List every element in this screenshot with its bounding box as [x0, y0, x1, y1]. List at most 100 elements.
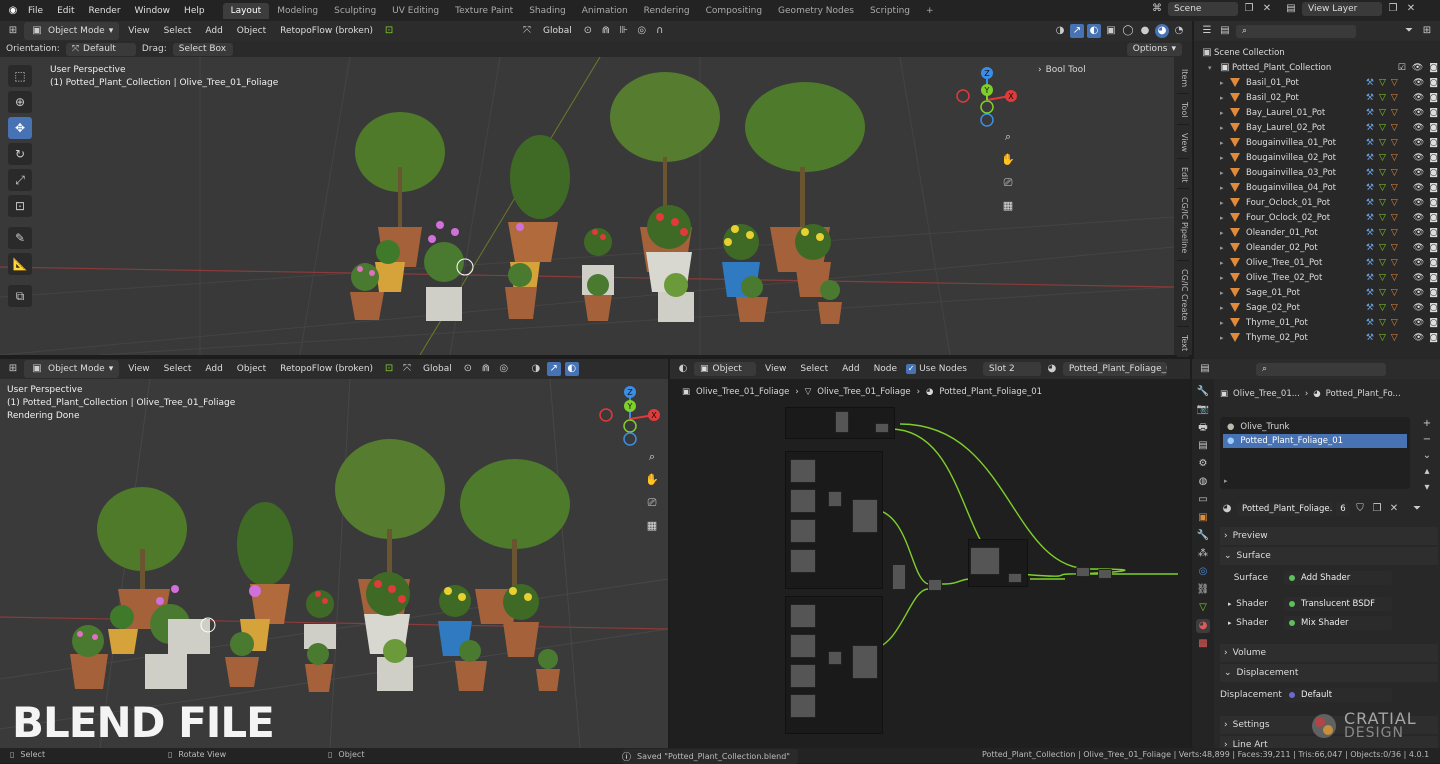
material-icon[interactable]: ▽: [1391, 123, 1398, 133]
material-icon[interactable]: ▽: [1391, 108, 1398, 118]
modifier-icon[interactable]: ⚒: [1366, 198, 1374, 208]
output-tab-icon[interactable]: 🖶: [1196, 421, 1210, 435]
modifier-icon[interactable]: ⚒: [1366, 168, 1374, 178]
orientation-dropdown[interactable]: ⤧ Default: [65, 42, 136, 56]
camera-icon[interactable]: ◙: [1429, 138, 1438, 148]
outliner-item[interactable]: ▸ Sage_02_Pot ⚒ ▽ ▽ 👁 ◙: [1200, 300, 1440, 315]
copy-scene-icon[interactable]: ❐: [1242, 2, 1256, 16]
shader-type-dropdown[interactable]: ▣ Object: [694, 362, 756, 376]
expand-list-icon[interactable]: ▸: [1224, 477, 1228, 485]
outliner-item[interactable]: ▸ Bougainvillea_04_Pot ⚒ ▽ ▽ 👁 ◙: [1200, 180, 1440, 195]
remove-view-layer-icon[interactable]: ✕: [1404, 2, 1418, 16]
expand-icon[interactable]: ▸: [1220, 274, 1230, 282]
mesh-data-icon[interactable]: ▽: [1379, 213, 1386, 223]
tab-uv-editing[interactable]: UV Editing: [384, 3, 447, 19]
tab-layout[interactable]: Layout: [222, 2, 270, 19]
mesh-data-icon[interactable]: ▽: [1379, 228, 1386, 238]
sidetab-item[interactable]: Item: [1177, 63, 1189, 95]
rotate-tool-icon[interactable]: ↻: [8, 143, 32, 165]
add-workspace-button[interactable]: +: [918, 3, 942, 19]
modifier-icon[interactable]: ⚒: [1366, 228, 1374, 238]
camera-icon[interactable]: ⎚: [998, 173, 1018, 193]
node-menu-add[interactable]: Add: [837, 362, 864, 376]
outliner-item[interactable]: ▸ Four_Oclock_01_Pot ⚒ ▽ ▽ 👁 ◙: [1200, 195, 1440, 210]
outliner-item[interactable]: ▸ Bougainvillea_01_Pot ⚒ ▽ ▽ 👁 ◙: [1200, 135, 1440, 150]
viewport-bottom[interactable]: User Perspective (1) Potted_Plant_Collec…: [0, 379, 668, 748]
outliner-search-field[interactable]: ⌕: [1236, 24, 1356, 38]
eye-icon[interactable]: 👁: [1413, 123, 1424, 133]
mesh-data-icon[interactable]: ▽: [1379, 78, 1386, 88]
tab-geometry-nodes[interactable]: Geometry Nodes: [770, 3, 862, 19]
eye-icon[interactable]: 👁: [1413, 303, 1424, 313]
eye-icon[interactable]: 👁: [1413, 258, 1424, 268]
eye-icon[interactable]: 👁: [1413, 243, 1424, 253]
material-browse-icon[interactable]: ◕: [1045, 362, 1059, 376]
camera-icon[interactable]: ◙: [1429, 333, 1438, 343]
ortho-grid-icon[interactable]: ▦: [642, 516, 662, 536]
outliner-item[interactable]: ▸ Bougainvillea_02_Pot ⚒ ▽ ▽ 👁 ◙: [1200, 150, 1440, 165]
expand-icon[interactable]: ▸: [1220, 214, 1230, 222]
displacement-field[interactable]: Default: [1284, 688, 1392, 702]
mesh-data-icon[interactable]: ▽: [1379, 183, 1386, 193]
shader-node[interactable]: [928, 579, 942, 591]
camera-icon[interactable]: ◙: [1429, 273, 1438, 283]
pan-hand-icon[interactable]: ✋: [998, 150, 1018, 170]
zoom-icon[interactable]: ⌕: [642, 447, 662, 467]
outliner-item[interactable]: ▸ Thyme_02_Pot ⚒ ▽ ▽ 👁 ◙: [1200, 330, 1440, 345]
select-box-tool-icon[interactable]: ⬚: [8, 65, 32, 87]
proportional-edit-icon[interactable]: ◎: [497, 362, 511, 376]
camera-icon[interactable]: ◙: [1429, 78, 1438, 88]
vp1-transform-dropdown[interactable]: Global: [538, 24, 577, 38]
shader-node[interactable]: [892, 564, 906, 590]
shader-node[interactable]: [790, 634, 816, 658]
material-icon[interactable]: ▽: [1391, 168, 1398, 178]
material-icon[interactable]: ▽: [1391, 138, 1398, 148]
shader-node[interactable]: [790, 549, 816, 573]
pivot-icon[interactable]: ⊙: [461, 362, 475, 376]
data-tab-icon[interactable]: ▽: [1196, 601, 1210, 615]
shader-node[interactable]: [970, 547, 1000, 575]
pivot-icon[interactable]: ⊙: [581, 24, 595, 38]
node-menu-select[interactable]: Select: [795, 362, 833, 376]
mesh-data-icon[interactable]: ▽: [1379, 93, 1386, 103]
tab-compositing[interactable]: Compositing: [698, 3, 770, 19]
blender-logo-icon[interactable]: ◉: [6, 4, 20, 18]
scale-tool-icon[interactable]: ⤢: [8, 169, 32, 191]
expand-icon[interactable]: ▸: [1220, 619, 1232, 627]
eye-icon[interactable]: 👁: [1413, 153, 1424, 163]
menu-window[interactable]: Window: [129, 6, 177, 16]
mesh-data-icon[interactable]: ▽: [1379, 288, 1386, 298]
mesh-data-icon[interactable]: ▽: [1379, 303, 1386, 313]
annotate-tool-icon[interactable]: ✎: [8, 227, 32, 249]
menu-render[interactable]: Render: [83, 6, 127, 16]
vp2-menu-object[interactable]: Object: [232, 362, 271, 376]
tab-scripting[interactable]: Scripting: [862, 3, 918, 19]
scene-tab-icon[interactable]: ⚙: [1196, 457, 1210, 471]
modifier-icon[interactable]: ⚒: [1366, 213, 1374, 223]
menu-edit[interactable]: Edit: [51, 6, 80, 16]
camera-icon[interactable]: ◙: [1429, 63, 1438, 73]
pan-hand-icon[interactable]: ✋: [642, 470, 662, 490]
camera-icon[interactable]: ◙: [1429, 228, 1438, 238]
modifier-icon[interactable]: ⚒: [1366, 273, 1374, 283]
mesh-data-icon[interactable]: ▽: [1379, 333, 1386, 343]
shader-node[interactable]: [852, 499, 878, 533]
camera-icon[interactable]: ⎚: [642, 493, 662, 513]
outliner-item[interactable]: ▸ Sage_01_Pot ⚒ ▽ ▽ 👁 ◙: [1200, 285, 1440, 300]
sidetab-edit[interactable]: Edit: [1177, 160, 1189, 190]
editor-type-icon[interactable]: ▤: [1198, 362, 1212, 376]
shader-node[interactable]: [790, 459, 816, 483]
outliner-item[interactable]: ▸ Bay_Laurel_01_Pot ⚒ ▽ ▽ 👁 ◙: [1200, 105, 1440, 120]
outliner-item[interactable]: ▸ Olive_Tree_01_Pot ⚒ ▽ ▽ 👁 ◙: [1200, 255, 1440, 270]
mesh-data-icon[interactable]: ▽: [1379, 108, 1386, 118]
shader-node[interactable]: [790, 664, 816, 688]
shader-node[interactable]: [852, 645, 878, 679]
expand-icon[interactable]: ▸: [1220, 319, 1230, 327]
camera-icon[interactable]: ◙: [1429, 93, 1438, 103]
vp2-transform-dropdown[interactable]: Global: [418, 362, 457, 376]
outliner-item[interactable]: ▸ Oleander_01_Pot ⚒ ▽ ▽ 👁 ◙: [1200, 225, 1440, 240]
xray-icon[interactable]: ▣: [1104, 24, 1118, 38]
modifier-icon[interactable]: ⚒: [1366, 93, 1374, 103]
mesh-data-icon[interactable]: ▽: [1379, 243, 1386, 253]
overlay-icon[interactable]: ◐: [1087, 24, 1101, 38]
